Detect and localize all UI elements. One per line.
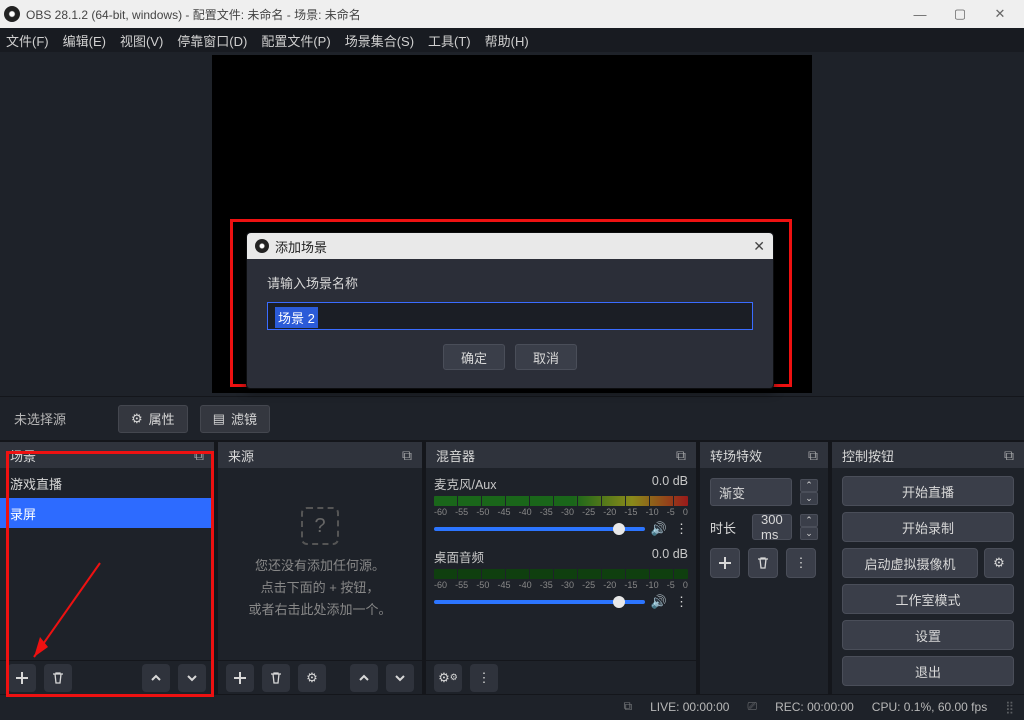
audio-meter xyxy=(434,496,688,506)
dialog-title: 添加场景 xyxy=(275,237,327,256)
controls-dock: 控制按钮 ⧉ 开始直播 开始录制 启动虚拟摄像机 ⚙ 工作室模式 设置 退出 xyxy=(832,442,1024,694)
audio-scale: -60-55-50-45-40-35-30-25-20-15-10-50 xyxy=(434,507,688,517)
scene-name-input[interactable] xyxy=(267,302,753,330)
popout-icon[interactable]: ⧉ xyxy=(1004,447,1014,464)
menu-bar: 文件(F) 编辑(E) 视图(V) 停靠窗口(D) 配置文件(P) 场景集合(S… xyxy=(0,28,1024,52)
status-bar: ⧉ LIVE: 00:00:00 ⎚ REC: 00:00:00 CPU: 0.… xyxy=(0,694,1024,718)
popout-icon[interactable]: ⧉ xyxy=(194,447,204,464)
start-virtual-cam-button[interactable]: 启动虚拟摄像机 xyxy=(842,548,978,578)
menu-file[interactable]: 文件(F) xyxy=(6,31,49,50)
kebab-icon[interactable]: ⋮ xyxy=(786,548,816,578)
add-scene-dialog: 添加场景 ✕ 请输入场景名称 场景 2 确定 取消 xyxy=(246,232,774,389)
start-recording-button[interactable]: 开始录制 xyxy=(842,512,1014,542)
dialog-titlebar[interactable]: 添加场景 ✕ xyxy=(247,233,773,259)
settings-button[interactable]: 设置 xyxy=(842,620,1014,650)
remove-transition-button[interactable] xyxy=(748,548,778,578)
start-streaming-button[interactable]: 开始直播 xyxy=(842,476,1014,506)
window-titlebar: OBS 28.1.2 (64-bit, windows) - 配置文件: 未命名… xyxy=(0,0,1024,28)
controls-header[interactable]: 控制按钮 ⧉ xyxy=(832,442,1024,468)
speaker-icon[interactable]: 🔊 xyxy=(651,521,667,537)
scenes-dock: 场景 ⧉ 游戏直播 录屏 xyxy=(0,442,214,694)
remove-source-button[interactable] xyxy=(262,664,290,692)
no-source-label: 未选择源 xyxy=(14,409,66,428)
duration-label: 时长 xyxy=(710,518,744,537)
menu-tools[interactable]: 工具(T) xyxy=(428,31,471,50)
properties-button[interactable]: ⚙ 属性 xyxy=(118,405,188,433)
rec-status: REC: 00:00:00 xyxy=(775,700,854,714)
kebab-icon[interactable]: ⋮ xyxy=(675,521,688,537)
add-transition-button[interactable] xyxy=(710,548,740,578)
add-source-button[interactable] xyxy=(226,664,254,692)
move-down-button[interactable] xyxy=(386,664,414,692)
transitions-header[interactable]: 转场特效 ⧉ xyxy=(700,442,828,468)
spin-up-icon[interactable]: ⌃ xyxy=(800,514,818,527)
spin-down-icon[interactable]: ⌄ xyxy=(800,492,818,505)
move-up-button[interactable] xyxy=(142,664,170,692)
list-item[interactable]: 录屏 xyxy=(0,498,214,528)
audio-meter xyxy=(434,569,688,579)
transitions-dock: 转场特效 ⧉ 渐变 ⌃ ⌄ 时长 300 ms ⌃ ⌄ xyxy=(700,442,828,694)
move-up-button[interactable] xyxy=(350,664,378,692)
menu-view[interactable]: 视图(V) xyxy=(120,31,163,50)
grip-icon: ⣿ xyxy=(1005,700,1014,714)
mixer-channel: 麦克风/Aux0.0 dB -60-55-50-45-40-35-30-25-2… xyxy=(434,474,688,537)
source-toolbar: 未选择源 ⚙ 属性 ▤ 滤镜 xyxy=(0,396,1024,442)
studio-mode-button[interactable]: 工作室模式 xyxy=(842,584,1014,614)
popout-icon[interactable]: ⧉ xyxy=(676,447,686,464)
duration-input[interactable]: 300 ms xyxy=(752,514,792,540)
spin-up-icon[interactable]: ⌃ xyxy=(800,479,818,492)
menu-help[interactable]: 帮助(H) xyxy=(485,31,529,50)
menu-scene-collection[interactable]: 场景集合(S) xyxy=(345,31,414,50)
dock-row: 场景 ⧉ 游戏直播 录屏 来源 ⧉ ? 您还没有添加任何源。 点击下面的 + 按… xyxy=(0,442,1024,694)
mixer-channel: 桌面音频0.0 dB -60-55-50-45-40-35-30-25-20-1… xyxy=(434,547,688,610)
move-down-button[interactable] xyxy=(178,664,206,692)
sources-dock: 来源 ⧉ ? 您还没有添加任何源。 点击下面的 + 按钮， 或者右击此处添加一个… xyxy=(218,442,422,694)
gear-icon: ⚙ xyxy=(131,411,143,427)
menu-edit[interactable]: 编辑(E) xyxy=(63,31,106,50)
popout-icon[interactable]: ⧉ xyxy=(808,447,818,464)
app-icon xyxy=(4,6,20,22)
menu-dock[interactable]: 停靠窗口(D) xyxy=(177,31,247,50)
add-scene-button[interactable] xyxy=(8,664,36,692)
maximize-button[interactable]: ▢ xyxy=(940,0,980,28)
virtual-cam-settings-button[interactable]: ⚙ xyxy=(984,548,1014,578)
volume-slider[interactable] xyxy=(434,600,645,604)
record-icon: ⎚ xyxy=(747,699,757,714)
kebab-icon[interactable]: ⋮ xyxy=(470,664,498,692)
scenes-header[interactable]: 场景 ⧉ xyxy=(0,442,214,468)
scenes-list: 游戏直播 录屏 xyxy=(0,468,214,660)
remove-scene-button[interactable] xyxy=(44,664,72,692)
mixer-header[interactable]: 混音器 ⧉ xyxy=(426,442,696,468)
live-status: LIVE: 00:00:00 xyxy=(650,700,729,714)
minimize-button[interactable]: — xyxy=(900,0,940,28)
filters-button[interactable]: ▤ 滤镜 xyxy=(200,405,270,433)
mixer-dock: 混音器 ⧉ 麦克风/Aux0.0 dB -60-55-50-45-40-35-3… xyxy=(426,442,696,694)
sources-header[interactable]: 来源 ⧉ xyxy=(218,442,422,468)
menu-profile[interactable]: 配置文件(P) xyxy=(261,31,330,50)
source-properties-button[interactable]: ⚙ xyxy=(298,664,326,692)
app-icon xyxy=(255,239,269,253)
help-icon: ? xyxy=(301,507,339,545)
popout-icon[interactable]: ⧉ xyxy=(402,447,412,464)
volume-slider[interactable] xyxy=(434,527,645,531)
dialog-prompt: 请输入场景名称 xyxy=(267,273,753,292)
close-icon[interactable]: ✕ xyxy=(753,238,765,255)
mixer-settings-button[interactable]: ⚙⚙ xyxy=(434,664,462,692)
kebab-icon[interactable]: ⋮ xyxy=(675,594,688,610)
filters-icon: ▤ xyxy=(213,411,225,427)
ok-button[interactable]: 确定 xyxy=(443,344,505,370)
cancel-button[interactable]: 取消 xyxy=(515,344,577,370)
cpu-status: CPU: 0.1%, 60.00 fps xyxy=(872,700,987,714)
exit-button[interactable]: 退出 xyxy=(842,656,1014,686)
speaker-icon[interactable]: 🔊 xyxy=(651,594,667,610)
sources-empty[interactable]: ? 您还没有添加任何源。 点击下面的 + 按钮， 或者右击此处添加一个。 xyxy=(218,468,422,660)
close-button[interactable]: ✕ xyxy=(980,0,1020,28)
window-title: OBS 28.1.2 (64-bit, windows) - 配置文件: 未命名… xyxy=(26,6,900,23)
network-icon: ⧉ xyxy=(623,699,632,714)
list-item[interactable]: 游戏直播 xyxy=(0,468,214,498)
audio-scale: -60-55-50-45-40-35-30-25-20-15-10-50 xyxy=(434,580,688,590)
transition-select[interactable]: 渐变 xyxy=(710,478,792,506)
spin-down-icon[interactable]: ⌄ xyxy=(800,527,818,540)
